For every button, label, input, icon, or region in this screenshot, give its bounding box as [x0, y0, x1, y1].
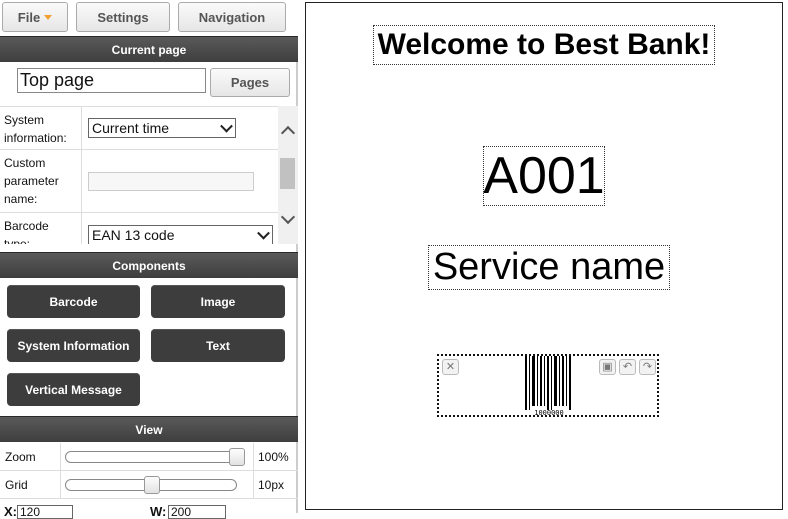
divider	[253, 471, 254, 498]
page-name-input[interactable]	[17, 68, 206, 93]
barcode-type-value: EAN 13 code	[92, 227, 175, 243]
x-input[interactable]	[17, 505, 73, 519]
property-row: System information: Current time	[0, 107, 278, 150]
current-page-panel: Current page	[0, 36, 298, 62]
scroll-down-icon[interactable]	[280, 209, 296, 225]
add-system-information-button[interactable]: System Information	[7, 329, 140, 362]
property-row: Custom parameter name:	[0, 150, 278, 213]
add-vertical-message-button[interactable]: Vertical Message	[7, 373, 140, 406]
file-menu-label: File	[17, 9, 41, 25]
components-header: Components	[0, 252, 298, 278]
custom-parameter-input[interactable]	[88, 172, 254, 191]
barcode-type-label: Barcode type:	[0, 213, 82, 244]
left-panel: File Settings Navigation Current page Pa…	[0, 0, 298, 519]
view-panel: View	[0, 416, 298, 442]
settings-label: Settings	[97, 9, 149, 25]
system-information-value: Current time	[92, 120, 170, 136]
chevron-down-icon	[220, 119, 233, 133]
grid-value: 10px	[258, 478, 285, 492]
components-panel: Components	[0, 252, 298, 278]
barcode-button-label: Barcode	[49, 294, 98, 309]
add-image-button[interactable]: Image	[151, 285, 285, 318]
w-label: W:	[150, 504, 167, 519]
resize-icon[interactable]: ▣	[599, 359, 616, 375]
custom-parameter-label: Custom parameter name:	[0, 150, 82, 212]
file-menu-button[interactable]: File	[2, 2, 68, 32]
divider	[253, 443, 254, 470]
title-text-element[interactable]: Welcome to Best Bank!	[373, 25, 715, 65]
number-element[interactable]: A001	[483, 146, 605, 206]
system-information-button-label: System Information	[17, 338, 130, 353]
text-button-label: Text	[206, 338, 230, 353]
w-input[interactable]	[168, 505, 226, 519]
zoom-slider-handle[interactable]	[229, 448, 245, 466]
settings-button[interactable]: Settings	[76, 2, 170, 32]
properties-table: System information: Current time Custom …	[0, 106, 278, 244]
add-barcode-button[interactable]: Barcode	[7, 285, 140, 318]
divider	[60, 443, 61, 470]
close-icon[interactable]: ✕	[442, 359, 459, 375]
zoom-slider[interactable]	[65, 448, 245, 466]
add-text-button[interactable]: Text	[151, 329, 285, 362]
navigation-label: Navigation	[198, 9, 266, 25]
rotate-left-icon[interactable]: ↶	[619, 359, 636, 375]
barcode-digits: 1000000	[534, 409, 564, 415]
zoom-label: Zoom	[5, 450, 36, 464]
grid-slider[interactable]	[65, 476, 237, 494]
barcode-type-select[interactable]: EAN 13 code	[88, 225, 273, 244]
property-row: Barcode type: EAN 13 code	[0, 213, 278, 244]
system-information-select[interactable]: Current time	[88, 118, 236, 138]
grid-slider-handle[interactable]	[144, 476, 160, 494]
scrollbar-thumb[interactable]	[280, 158, 295, 189]
pages-button-label: Pages	[230, 75, 270, 90]
vertical-message-button-label: Vertical Message	[25, 382, 122, 397]
dropdown-caret-icon	[44, 15, 53, 20]
zoom-value: 100%	[258, 450, 289, 464]
system-information-label: System information:	[0, 107, 82, 149]
barcode-element[interactable]: ✕ 1000000 ▣ ↶ ↷	[437, 354, 659, 417]
divider	[60, 471, 61, 498]
x-label: X:	[4, 504, 17, 519]
pages-button[interactable]: Pages	[210, 68, 290, 97]
grid-label: Grid	[5, 478, 28, 492]
grid-row: Grid 10px	[0, 471, 298, 499]
scroll-up-icon[interactable]	[280, 125, 296, 141]
toolbar: File Settings Navigation	[0, 0, 298, 36]
service-name-element[interactable]: Service name	[428, 245, 670, 290]
view-header: View	[0, 416, 298, 442]
current-page-header: Current page	[0, 36, 298, 62]
properties-scrollbar[interactable]	[278, 106, 298, 244]
rotate-right-icon[interactable]: ↷	[639, 359, 656, 375]
zoom-row: Zoom 100%	[0, 443, 298, 471]
chevron-down-icon	[257, 226, 270, 240]
barcode-image: 1000000	[525, 356, 571, 415]
navigation-button[interactable]: Navigation	[178, 2, 286, 32]
image-button-label: Image	[200, 294, 236, 309]
